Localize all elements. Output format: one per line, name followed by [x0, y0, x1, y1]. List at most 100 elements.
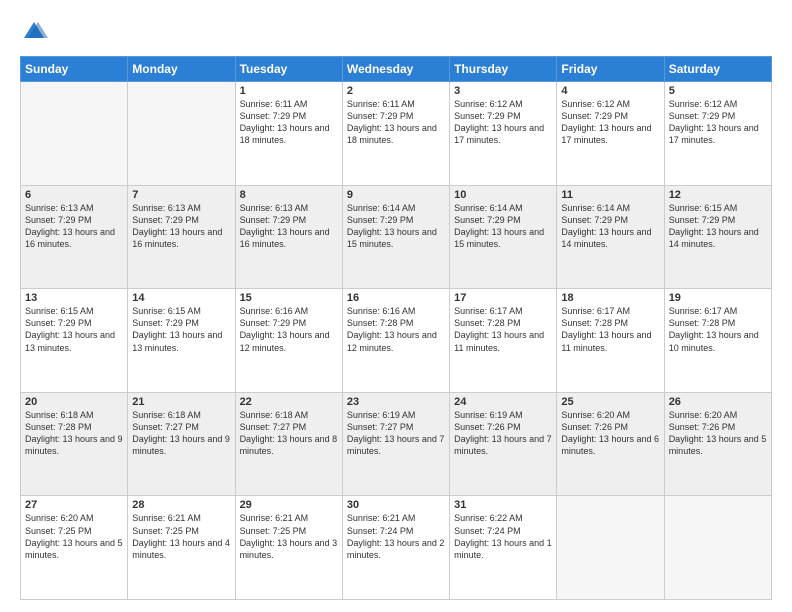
calendar-day: 14Sunrise: 6:15 AMSunset: 7:29 PMDayligh…: [128, 289, 235, 393]
calendar-day: 27Sunrise: 6:20 AMSunset: 7:25 PMDayligh…: [21, 496, 128, 600]
calendar-day: 24Sunrise: 6:19 AMSunset: 7:26 PMDayligh…: [450, 392, 557, 496]
calendar-day: 11Sunrise: 6:14 AMSunset: 7:29 PMDayligh…: [557, 185, 664, 289]
day-info: Sunrise: 6:14 AMSunset: 7:29 PMDaylight:…: [454, 202, 552, 251]
day-info: Sunrise: 6:20 AMSunset: 7:26 PMDaylight:…: [669, 409, 767, 458]
day-info: Sunrise: 6:14 AMSunset: 7:29 PMDaylight:…: [561, 202, 659, 251]
day-info: Sunrise: 6:17 AMSunset: 7:28 PMDaylight:…: [454, 305, 552, 354]
day-number: 18: [561, 292, 659, 304]
calendar-day: [664, 496, 771, 600]
calendar-day: 20Sunrise: 6:18 AMSunset: 7:28 PMDayligh…: [21, 392, 128, 496]
calendar-day: 2Sunrise: 6:11 AMSunset: 7:29 PMDaylight…: [342, 82, 449, 186]
day-number: 23: [347, 396, 445, 408]
calendar-week-row: 27Sunrise: 6:20 AMSunset: 7:25 PMDayligh…: [21, 496, 772, 600]
day-number: 2: [347, 85, 445, 97]
calendar-week-row: 13 Sunrise: 6:15 AMSunset: 7:29 PMDayligh…: [21, 289, 772, 393]
day-info: Sunrise: 6:22 AMSunset: 7:24 PMDaylight:…: [454, 512, 552, 561]
day-number: 3: [454, 85, 552, 97]
day-info: Sunrise: 6:15 AMSunset: 7:29 PMDaylight:…: [669, 202, 767, 251]
day-info: Sunrise: 6:18 AMSunset: 7:27 PMDaylight:…: [240, 409, 338, 458]
day-number: 6: [25, 189, 123, 201]
calendar-day: [21, 82, 128, 186]
day-info: Sunrise: 6:12 AMSunset: 7:29 PMDaylight:…: [454, 98, 552, 147]
calendar-day: 1Sunrise: 6:11 AMSunset: 7:29 PMDaylight…: [235, 82, 342, 186]
logo: [20, 18, 52, 46]
day-info: Sunrise: 6:14 AMSunset: 7:29 PMDaylight:…: [347, 202, 445, 251]
day-number: 9: [347, 189, 445, 201]
day-number: 31: [454, 499, 552, 511]
day-number: 4: [561, 85, 659, 97]
day-number: 27: [25, 499, 123, 511]
day-info: Sunrise: 6:16 AMSunset: 7:28 PMDaylight:…: [347, 305, 445, 354]
calendar-day: 26Sunrise: 6:20 AMSunset: 7:26 PMDayligh…: [664, 392, 771, 496]
day-number: 21: [132, 396, 230, 408]
calendar-day: 23Sunrise: 6:19 AMSunset: 7:27 PMDayligh…: [342, 392, 449, 496]
weekday-sunday: Sunday: [21, 57, 128, 82]
calendar-day: 16Sunrise: 6:16 AMSunset: 7:28 PMDayligh…: [342, 289, 449, 393]
day-info: Sunrise: 6:20 AMSunset: 7:25 PMDaylight:…: [25, 512, 123, 561]
weekday-monday: Monday: [128, 57, 235, 82]
calendar-day: 9Sunrise: 6:14 AMSunset: 7:29 PMDaylight…: [342, 185, 449, 289]
day-number: 12: [669, 189, 767, 201]
day-number: 28: [132, 499, 230, 511]
calendar-day: 7Sunrise: 6:13 AMSunset: 7:29 PMDaylight…: [128, 185, 235, 289]
day-info: Sunrise: 6:21 AMSunset: 7:24 PMDaylight:…: [347, 512, 445, 561]
day-number: 30: [347, 499, 445, 511]
day-info: Sunrise: 6:13 AMSunset: 7:29 PMDaylight:…: [132, 202, 230, 251]
calendar-day: 18Sunrise: 6:17 AMSunset: 7:28 PMDayligh…: [557, 289, 664, 393]
weekday-friday: Friday: [557, 57, 664, 82]
day-number: 24: [454, 396, 552, 408]
day-number: 26: [669, 396, 767, 408]
calendar-day: [557, 496, 664, 600]
day-info: Sunrise: 6:12 AMSunset: 7:29 PMDaylight:…: [669, 98, 767, 147]
day-info: Sunrise: 6:18 AMSunset: 7:28 PMDaylight:…: [25, 409, 123, 458]
day-info: Sunrise: 6:12 AMSunset: 7:29 PMDaylight:…: [561, 98, 659, 147]
day-info: Sunrise: 6:18 AMSunset: 7:27 PMDaylight:…: [132, 409, 230, 458]
day-info: Sunrise: 6:13 AMSunset: 7:29 PMDaylight:…: [25, 202, 123, 251]
weekday-wednesday: Wednesday: [342, 57, 449, 82]
day-info: Sunrise: 6:21 AMSunset: 7:25 PMDaylight:…: [240, 512, 338, 561]
calendar-day: 5Sunrise: 6:12 AMSunset: 7:29 PMDaylight…: [664, 82, 771, 186]
calendar-day: 10Sunrise: 6:14 AMSunset: 7:29 PMDayligh…: [450, 185, 557, 289]
day-number: 8: [240, 189, 338, 201]
day-number: 13: [25, 292, 123, 304]
day-number: 7: [132, 189, 230, 201]
calendar-day: 12Sunrise: 6:15 AMSunset: 7:29 PMDayligh…: [664, 185, 771, 289]
calendar-day: 3Sunrise: 6:12 AMSunset: 7:29 PMDaylight…: [450, 82, 557, 186]
calendar-day: 30Sunrise: 6:21 AMSunset: 7:24 PMDayligh…: [342, 496, 449, 600]
weekday-saturday: Saturday: [664, 57, 771, 82]
header: [20, 18, 772, 46]
day-info: Sunrise: 6:20 AMSunset: 7:26 PMDaylight:…: [561, 409, 659, 458]
calendar-table: SundayMondayTuesdayWednesdayThursdayFrid…: [20, 56, 772, 600]
calendar-day: [128, 82, 235, 186]
calendar-day: 21Sunrise: 6:18 AMSunset: 7:27 PMDayligh…: [128, 392, 235, 496]
day-number: 5: [669, 85, 767, 97]
calendar-day: 15Sunrise: 6:16 AMSunset: 7:29 PMDayligh…: [235, 289, 342, 393]
day-info: Sunrise: 6:17 AMSunset: 7:28 PMDaylight:…: [669, 305, 767, 354]
calendar-day: 28Sunrise: 6:21 AMSunset: 7:25 PMDayligh…: [128, 496, 235, 600]
day-number: 1: [240, 85, 338, 97]
day-info: Sunrise: 6:16 AMSunset: 7:29 PMDaylight:…: [240, 305, 338, 354]
calendar-week-row: 6Sunrise: 6:13 AMSunset: 7:29 PMDaylight…: [21, 185, 772, 289]
day-number: 15: [240, 292, 338, 304]
day-number: 10: [454, 189, 552, 201]
calendar-day: 29Sunrise: 6:21 AMSunset: 7:25 PMDayligh…: [235, 496, 342, 600]
calendar-day: 8Sunrise: 6:13 AMSunset: 7:29 PMDaylight…: [235, 185, 342, 289]
calendar-week-row: 20Sunrise: 6:18 AMSunset: 7:28 PMDayligh…: [21, 392, 772, 496]
calendar-day: 22Sunrise: 6:18 AMSunset: 7:27 PMDayligh…: [235, 392, 342, 496]
calendar-day: 17Sunrise: 6:17 AMSunset: 7:28 PMDayligh…: [450, 289, 557, 393]
day-info: Sunrise: 6:21 AMSunset: 7:25 PMDaylight:…: [132, 512, 230, 561]
calendar-day: 13Sunrise: 6:15 AMSunset: 7:29 PMDayligh…: [21, 289, 128, 393]
day-number: 29: [240, 499, 338, 511]
day-info: Sunrise: 6:19 AMSunset: 7:27 PMDaylight:…: [347, 409, 445, 458]
weekday-thursday: Thursday: [450, 57, 557, 82]
calendar-day: 25Sunrise: 6:20 AMSunset: 7:26 PMDayligh…: [557, 392, 664, 496]
day-number: 16: [347, 292, 445, 304]
calendar-day: 4Sunrise: 6:12 AMSunset: 7:29 PMDaylight…: [557, 82, 664, 186]
day-info: Sunrise: 6:11 AMSunset: 7:29 PMDaylight:…: [347, 98, 445, 147]
calendar-day: 31Sunrise: 6:22 AMSunset: 7:24 PMDayligh…: [450, 496, 557, 600]
day-info: Sunrise: 6:11 AMSunset: 7:29 PMDaylight:…: [240, 98, 338, 147]
day-info: Sunrise: 6:15 AMSunset: 7:29 PMDaylight:…: [132, 305, 230, 354]
calendar-day: 6Sunrise: 6:13 AMSunset: 7:29 PMDaylight…: [21, 185, 128, 289]
logo-icon: [20, 18, 48, 46]
page: SundayMondayTuesdayWednesdayThursdayFrid…: [0, 0, 792, 612]
